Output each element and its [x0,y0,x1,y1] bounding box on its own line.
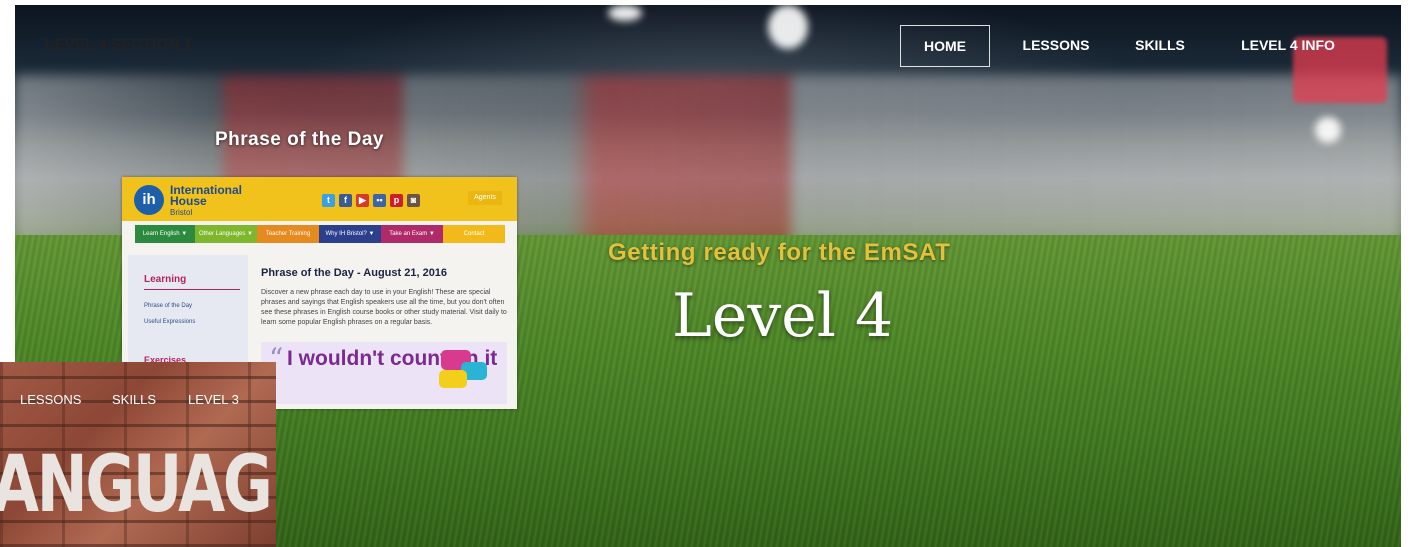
language-card[interactable]: LESSONS SKILLS LEVEL 3 ANGUAGE [0,362,276,547]
floodlight [768,5,808,49]
youtube-icon: ▶ [356,194,369,207]
instagram-icon: ◙ [407,194,420,207]
menu-take-an-exam[interactable]: Take an Exam ▼ [381,225,443,243]
language-word: ANGUAGE [0,440,276,530]
menu-why-ih-bristol[interactable]: Why IH Bristol? ▼ [319,225,381,243]
hero-subtitle: Getting ready for the EmSAT [608,239,951,266]
brand-city: Bristol [170,208,193,217]
brand-name: International House [170,184,242,208]
card-menu: Learn English ▼ Other Languages ▼ Teache… [135,225,505,243]
sidebar-link-phrase-of-the-day[interactable]: Phrase of the Day [144,303,192,309]
menu-other-languages[interactable]: Other Languages ▼ [195,225,257,243]
sidebar-heading: Learning [144,274,187,285]
site-title[interactable]: LEVEL 4 SECTION 1 [45,36,192,53]
floodlight [608,5,642,21]
language-nav-level-3[interactable]: LEVEL 3 [188,392,239,407]
sidebar-divider [144,289,240,290]
twitter-icon: t [322,194,335,207]
speech-bubble-icon [439,370,467,388]
article-title: Phrase of the Day - August 21, 2016 [261,267,448,279]
hero-title: Level 4 [672,281,894,351]
pinterest-icon: p [390,194,403,207]
menu-learn-english[interactable]: Learn English ▼ [135,225,195,243]
flickr-icon: •• [373,194,386,207]
quote-banner: “ I wouldn't count on it [261,342,507,404]
article-body: Discover a new phrase each day to use in… [261,289,507,326]
menu-contact[interactable]: Contact [443,225,505,243]
nav-level-4-info[interactable]: LEVEL 4 INFO [1230,25,1346,65]
brand-line-2: House [170,194,207,208]
sidebar-link-useful-expressions[interactable]: Useful Expressions [144,319,195,325]
nav-home[interactable]: HOME [900,25,990,67]
agents-button[interactable]: Agents [468,191,502,205]
phrase-of-the-day-heading: Phrase of the Day [215,129,384,150]
ih-logo: ih [134,185,164,215]
language-nav-lessons[interactable]: LESSONS [20,392,81,407]
floodlight [1315,117,1341,143]
facebook-icon: f [339,194,352,207]
nav-lessons[interactable]: LESSONS [1008,25,1104,65]
language-nav-skills[interactable]: SKILLS [112,392,156,407]
nav-skills[interactable]: SKILLS [1124,25,1196,65]
menu-teacher-training[interactable]: Teacher Training [257,225,319,243]
